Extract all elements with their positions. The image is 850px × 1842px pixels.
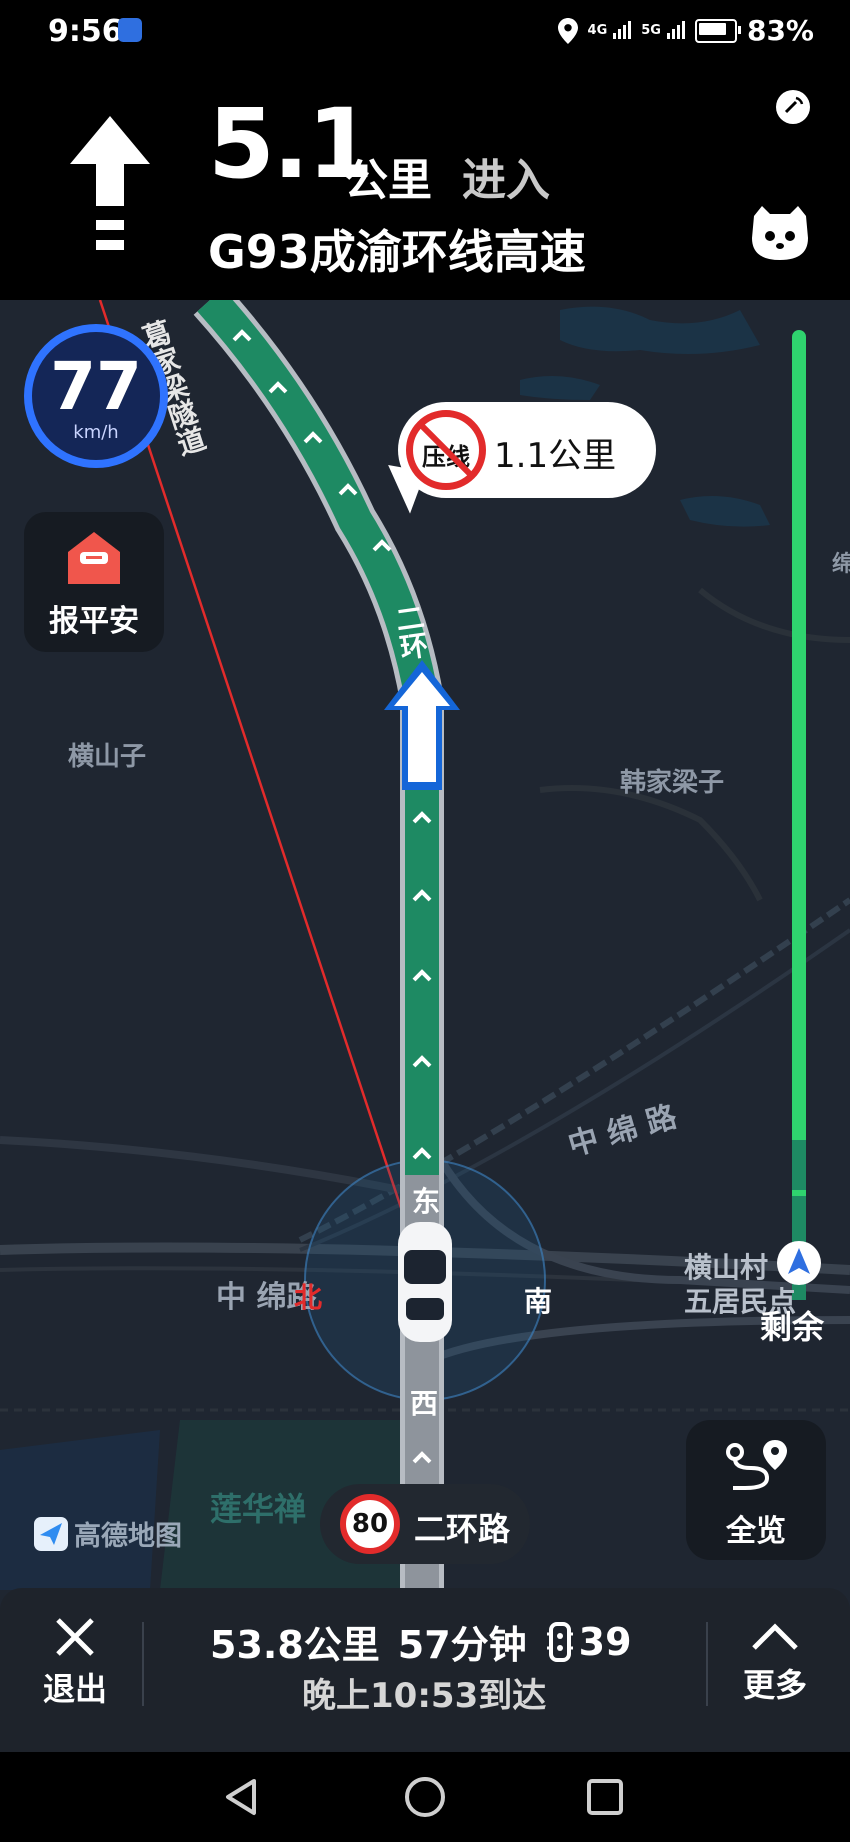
amap-logo-icon	[34, 1516, 68, 1551]
amap-logo-text: 高德地图	[74, 1521, 182, 1552]
arrival-time: 晚上10:53到达	[302, 1676, 547, 1716]
route-overview-icon	[726, 1440, 787, 1490]
battery-icon	[694, 18, 741, 43]
overview-button[interactable]: 全览	[686, 1420, 826, 1560]
more-button[interactable]: 更多	[730, 1612, 820, 1706]
speed-limit-indicator: 80 二环路	[320, 1484, 530, 1564]
camera-alert-callout: 压线 1.1公里	[398, 402, 656, 498]
location-icon	[557, 17, 578, 44]
status-time: 9:56	[48, 14, 123, 49]
trip-summary-panel: 退出 53.8公里 57分钟 39 晚上10:53到达 更多	[0, 1588, 850, 1752]
current-speed-value: 77	[50, 348, 142, 425]
divider-right	[706, 1622, 708, 1706]
traffic-lights-count-group: 39	[545, 1620, 632, 1664]
signal-4g-icon: 4G	[587, 21, 632, 39]
compass-west: 西	[410, 1387, 439, 1420]
straight-arrow-icon	[70, 116, 150, 250]
camera-alert-distance: 1.1公里	[494, 436, 617, 476]
current-road-name: 二环路	[414, 1510, 511, 1548]
next-road-name: G93成渝环线高速	[208, 225, 586, 279]
place-label-hanjialiangzi: 韩家梁子	[620, 768, 725, 798]
back-icon[interactable]	[222, 1777, 262, 1817]
route-road-label: 二环	[390, 601, 431, 662]
recent-apps-icon[interactable]	[586, 1778, 624, 1816]
status-bar: 9:56 4G 5G 83%	[0, 0, 850, 64]
amap-logo: 高德地图	[34, 1514, 182, 1553]
voice-avatar-icon[interactable]	[748, 204, 812, 262]
network-type-1: 4G	[587, 23, 608, 38]
overview-label: 全览	[726, 1514, 786, 1549]
divider-left	[142, 1622, 144, 1706]
speed-limit-sign: 80	[340, 1494, 400, 1554]
home-icon[interactable]	[404, 1776, 446, 1818]
status-right-group: 4G 5G 83%	[557, 14, 814, 47]
traffic-lights-count: 39	[578, 1619, 632, 1664]
network-type-2: 5G	[641, 23, 661, 38]
chevron-up-icon	[752, 1623, 798, 1650]
report-safe-label: 报平安	[49, 604, 139, 639]
remaining-position-marker-icon	[777, 1241, 821, 1285]
alarm-app-icon	[118, 18, 142, 42]
trip-duration: 57分钟	[397, 1623, 527, 1667]
guidance-distance-unit: 公里	[344, 155, 432, 206]
trip-distance: 53.8公里	[210, 1623, 380, 1667]
maneuver-arrow-icon	[384, 660, 460, 790]
trip-stats: 53.8公里 57分钟 39	[210, 1614, 632, 1669]
envelope-icon	[68, 532, 120, 584]
signal-5g-icon: 5G	[641, 21, 685, 39]
camera-alert-sign-text: 压线	[422, 443, 470, 471]
report-safe-button[interactable]: 报平安	[24, 512, 164, 652]
guidance-header: 5.1 公里 进入 G93成渝环线高速	[0, 64, 850, 300]
traffic-light-icon	[546, 1621, 573, 1662]
guidance-action: 进入	[462, 155, 550, 206]
compass-east: 东	[412, 1185, 441, 1218]
close-icon	[56, 1618, 94, 1656]
place-label-hengshanzi: 横山子	[68, 742, 147, 772]
no-line-crossing-sign-icon: 压线	[406, 410, 486, 490]
exit-navigation-button[interactable]: 退出	[30, 1612, 120, 1710]
current-speed-indicator: 77 km/h	[24, 324, 168, 468]
battery-percent: 83%	[746, 14, 814, 47]
place-label-partial: 绵	[832, 552, 850, 577]
compass-south: 南	[524, 1285, 553, 1318]
compass-north: 北	[294, 1281, 323, 1314]
current-speed-unit: km/h	[73, 422, 119, 443]
more-label: 更多	[742, 1666, 807, 1704]
place-label-lianhua: 莲华禅	[210, 1490, 307, 1528]
system-navigation-bar	[0, 1752, 850, 1842]
exit-label: 退出	[42, 1670, 107, 1708]
car-marker	[398, 1222, 452, 1342]
remaining-label: 剩余	[760, 1308, 825, 1346]
voice-broadcast-icon[interactable]	[774, 88, 812, 126]
